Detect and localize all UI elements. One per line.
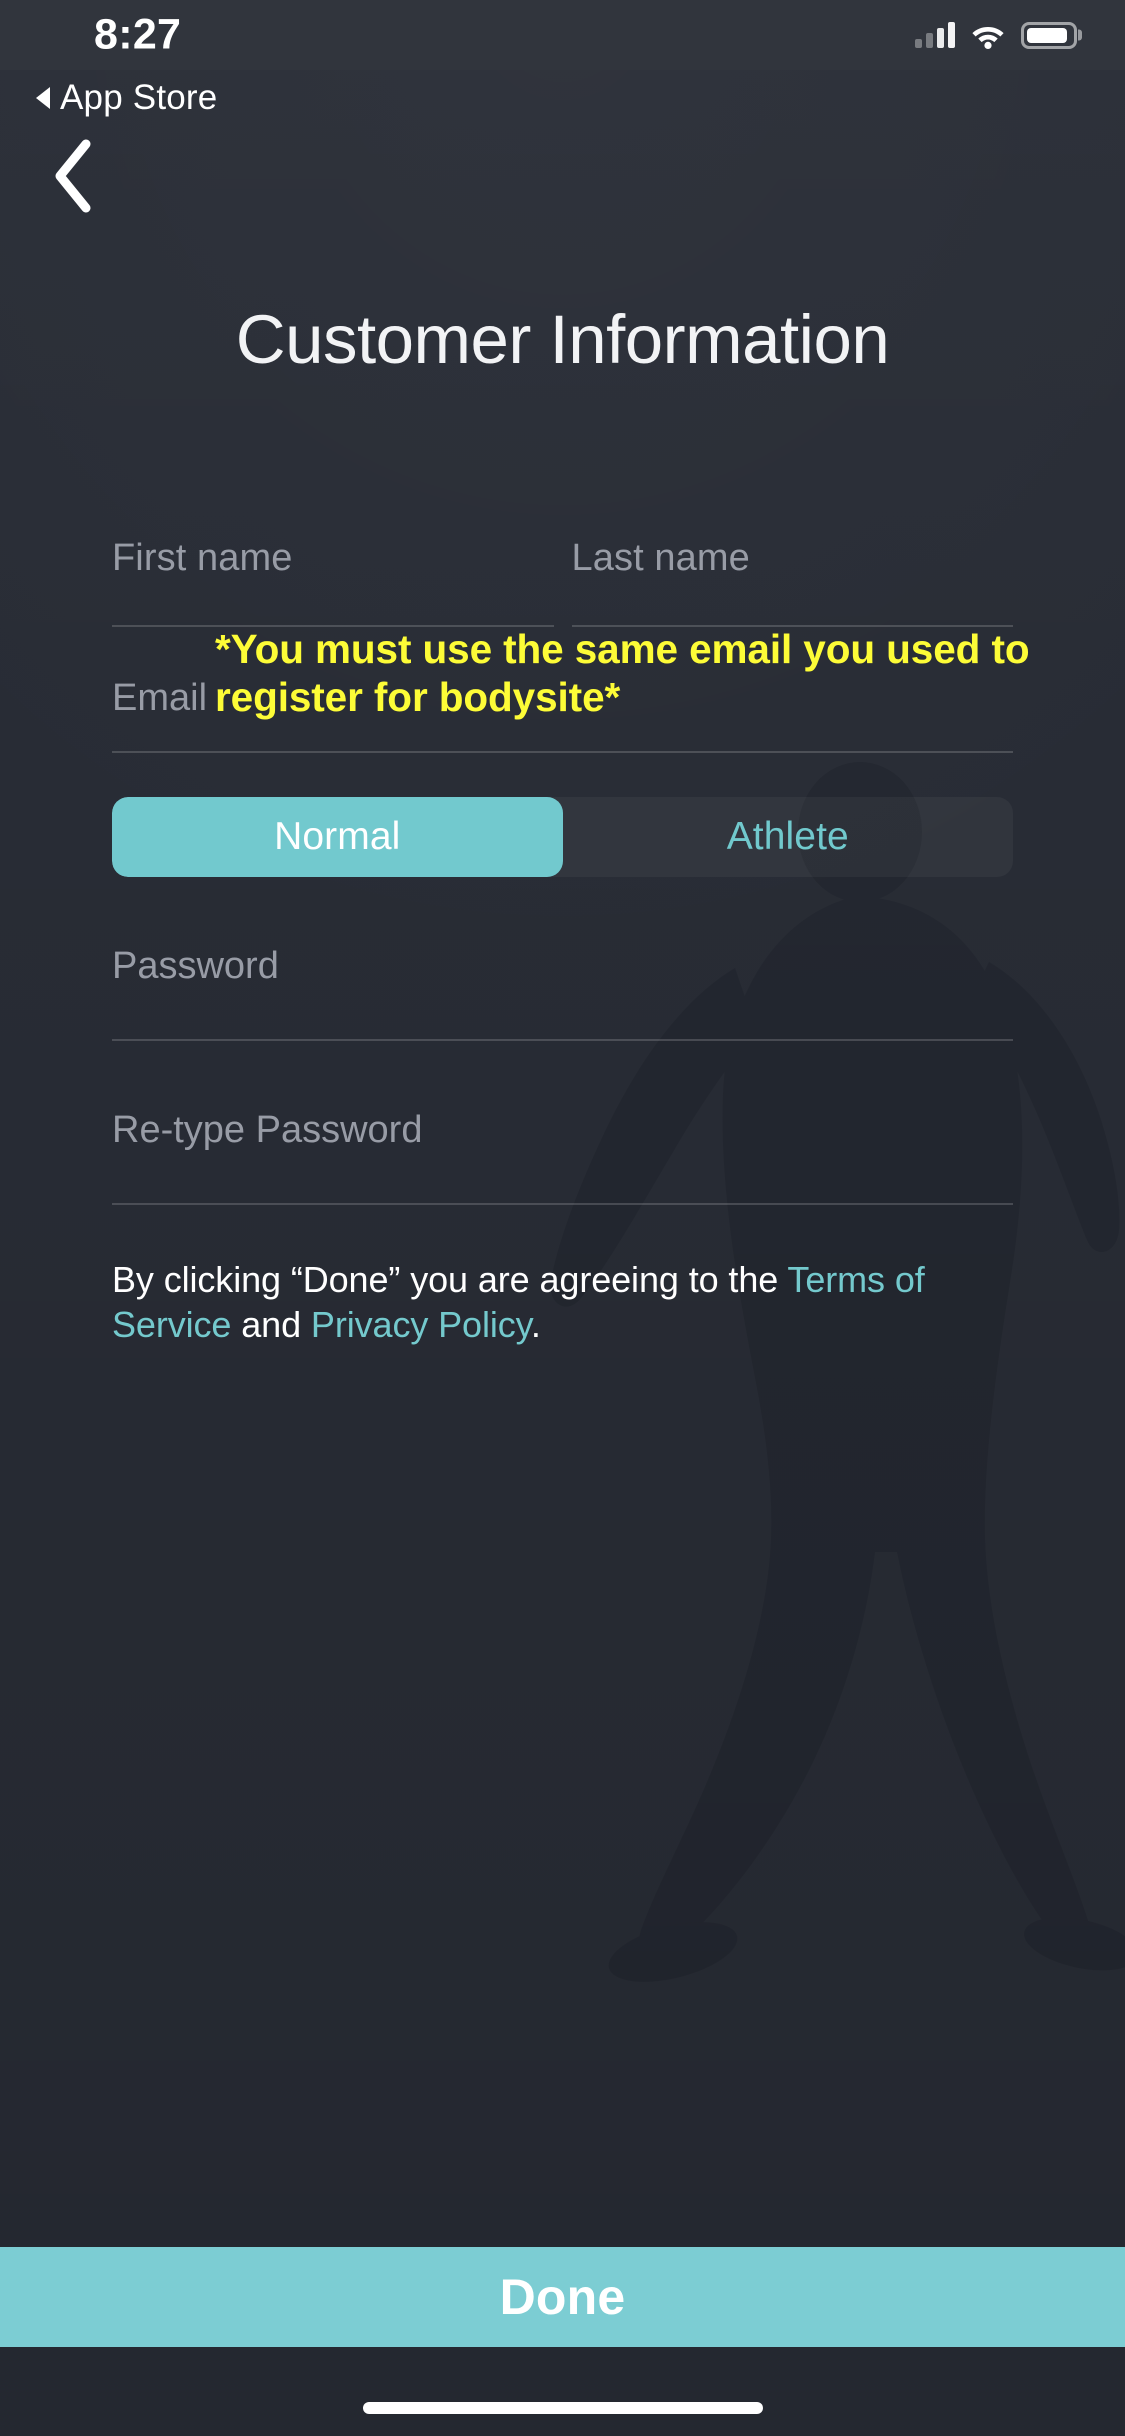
- status-bar-indicators: [915, 21, 1077, 49]
- done-button-label: Done: [499, 2269, 626, 2325]
- terms-suffix: .: [530, 1304, 541, 1345]
- retype-password-placeholder: Re-type Password: [112, 1109, 423, 1151]
- last-name-input[interactable]: Last name: [571, 535, 1013, 627]
- retype-password-input[interactable]: Re-type Password: [112, 1105, 1013, 1205]
- page-title: Customer Information: [235, 301, 890, 378]
- first-name-input[interactable]: First name: [112, 535, 554, 627]
- return-to-app-store-label: App Store: [60, 78, 218, 117]
- app-screen: 8:27 App Store Customer Information Firs…: [0, 0, 1125, 2436]
- account-type-segmented-control[interactable]: Normal Athlete: [112, 797, 1013, 877]
- done-button[interactable]: Done: [0, 2247, 1125, 2347]
- privacy-policy-link[interactable]: Privacy Policy: [311, 1304, 531, 1345]
- email-placeholder: Email: [112, 677, 208, 719]
- terms-agreement-text: By clicking “Done” you are agreeing to t…: [112, 1257, 1013, 1347]
- status-bar: 8:27: [0, 0, 1125, 70]
- segment-normal[interactable]: Normal: [112, 797, 563, 877]
- email-warning-text: *You must use the same email you used to…: [215, 626, 1030, 720]
- password-placeholder: Password: [112, 945, 279, 987]
- battery-icon: [1021, 21, 1077, 49]
- status-bar-time: 8:27: [94, 10, 182, 59]
- home-indicator[interactable]: [362, 2402, 763, 2414]
- terms-conjunction: and: [231, 1304, 311, 1345]
- retype-password-underline: [112, 1203, 1013, 1205]
- last-name-placeholder: Last name: [571, 537, 750, 579]
- return-to-app-store-link[interactable]: App Store: [36, 78, 217, 118]
- password-input[interactable]: Password: [112, 941, 1013, 1041]
- first-name-placeholder: First name: [112, 537, 293, 579]
- back-button[interactable]: [24, 128, 120, 224]
- customer-information-form: First name Last name Email *You must use…: [112, 535, 1030, 1347]
- segment-athlete[interactable]: Athlete: [563, 797, 1014, 877]
- chevron-left-icon: [55, 139, 91, 213]
- name-fields-row: First name Last name: [112, 535, 1013, 627]
- terms-prefix: By clicking “Done” you are agreeing to t…: [112, 1259, 788, 1300]
- wifi-icon: [972, 27, 1004, 49]
- cellular-signal-icon: [915, 22, 955, 48]
- back-triangle-icon: [36, 87, 50, 109]
- password-underline: [112, 1039, 1013, 1041]
- email-underline: [112, 751, 1013, 753]
- email-input[interactable]: Email *You must use the same email you u…: [112, 626, 1030, 753]
